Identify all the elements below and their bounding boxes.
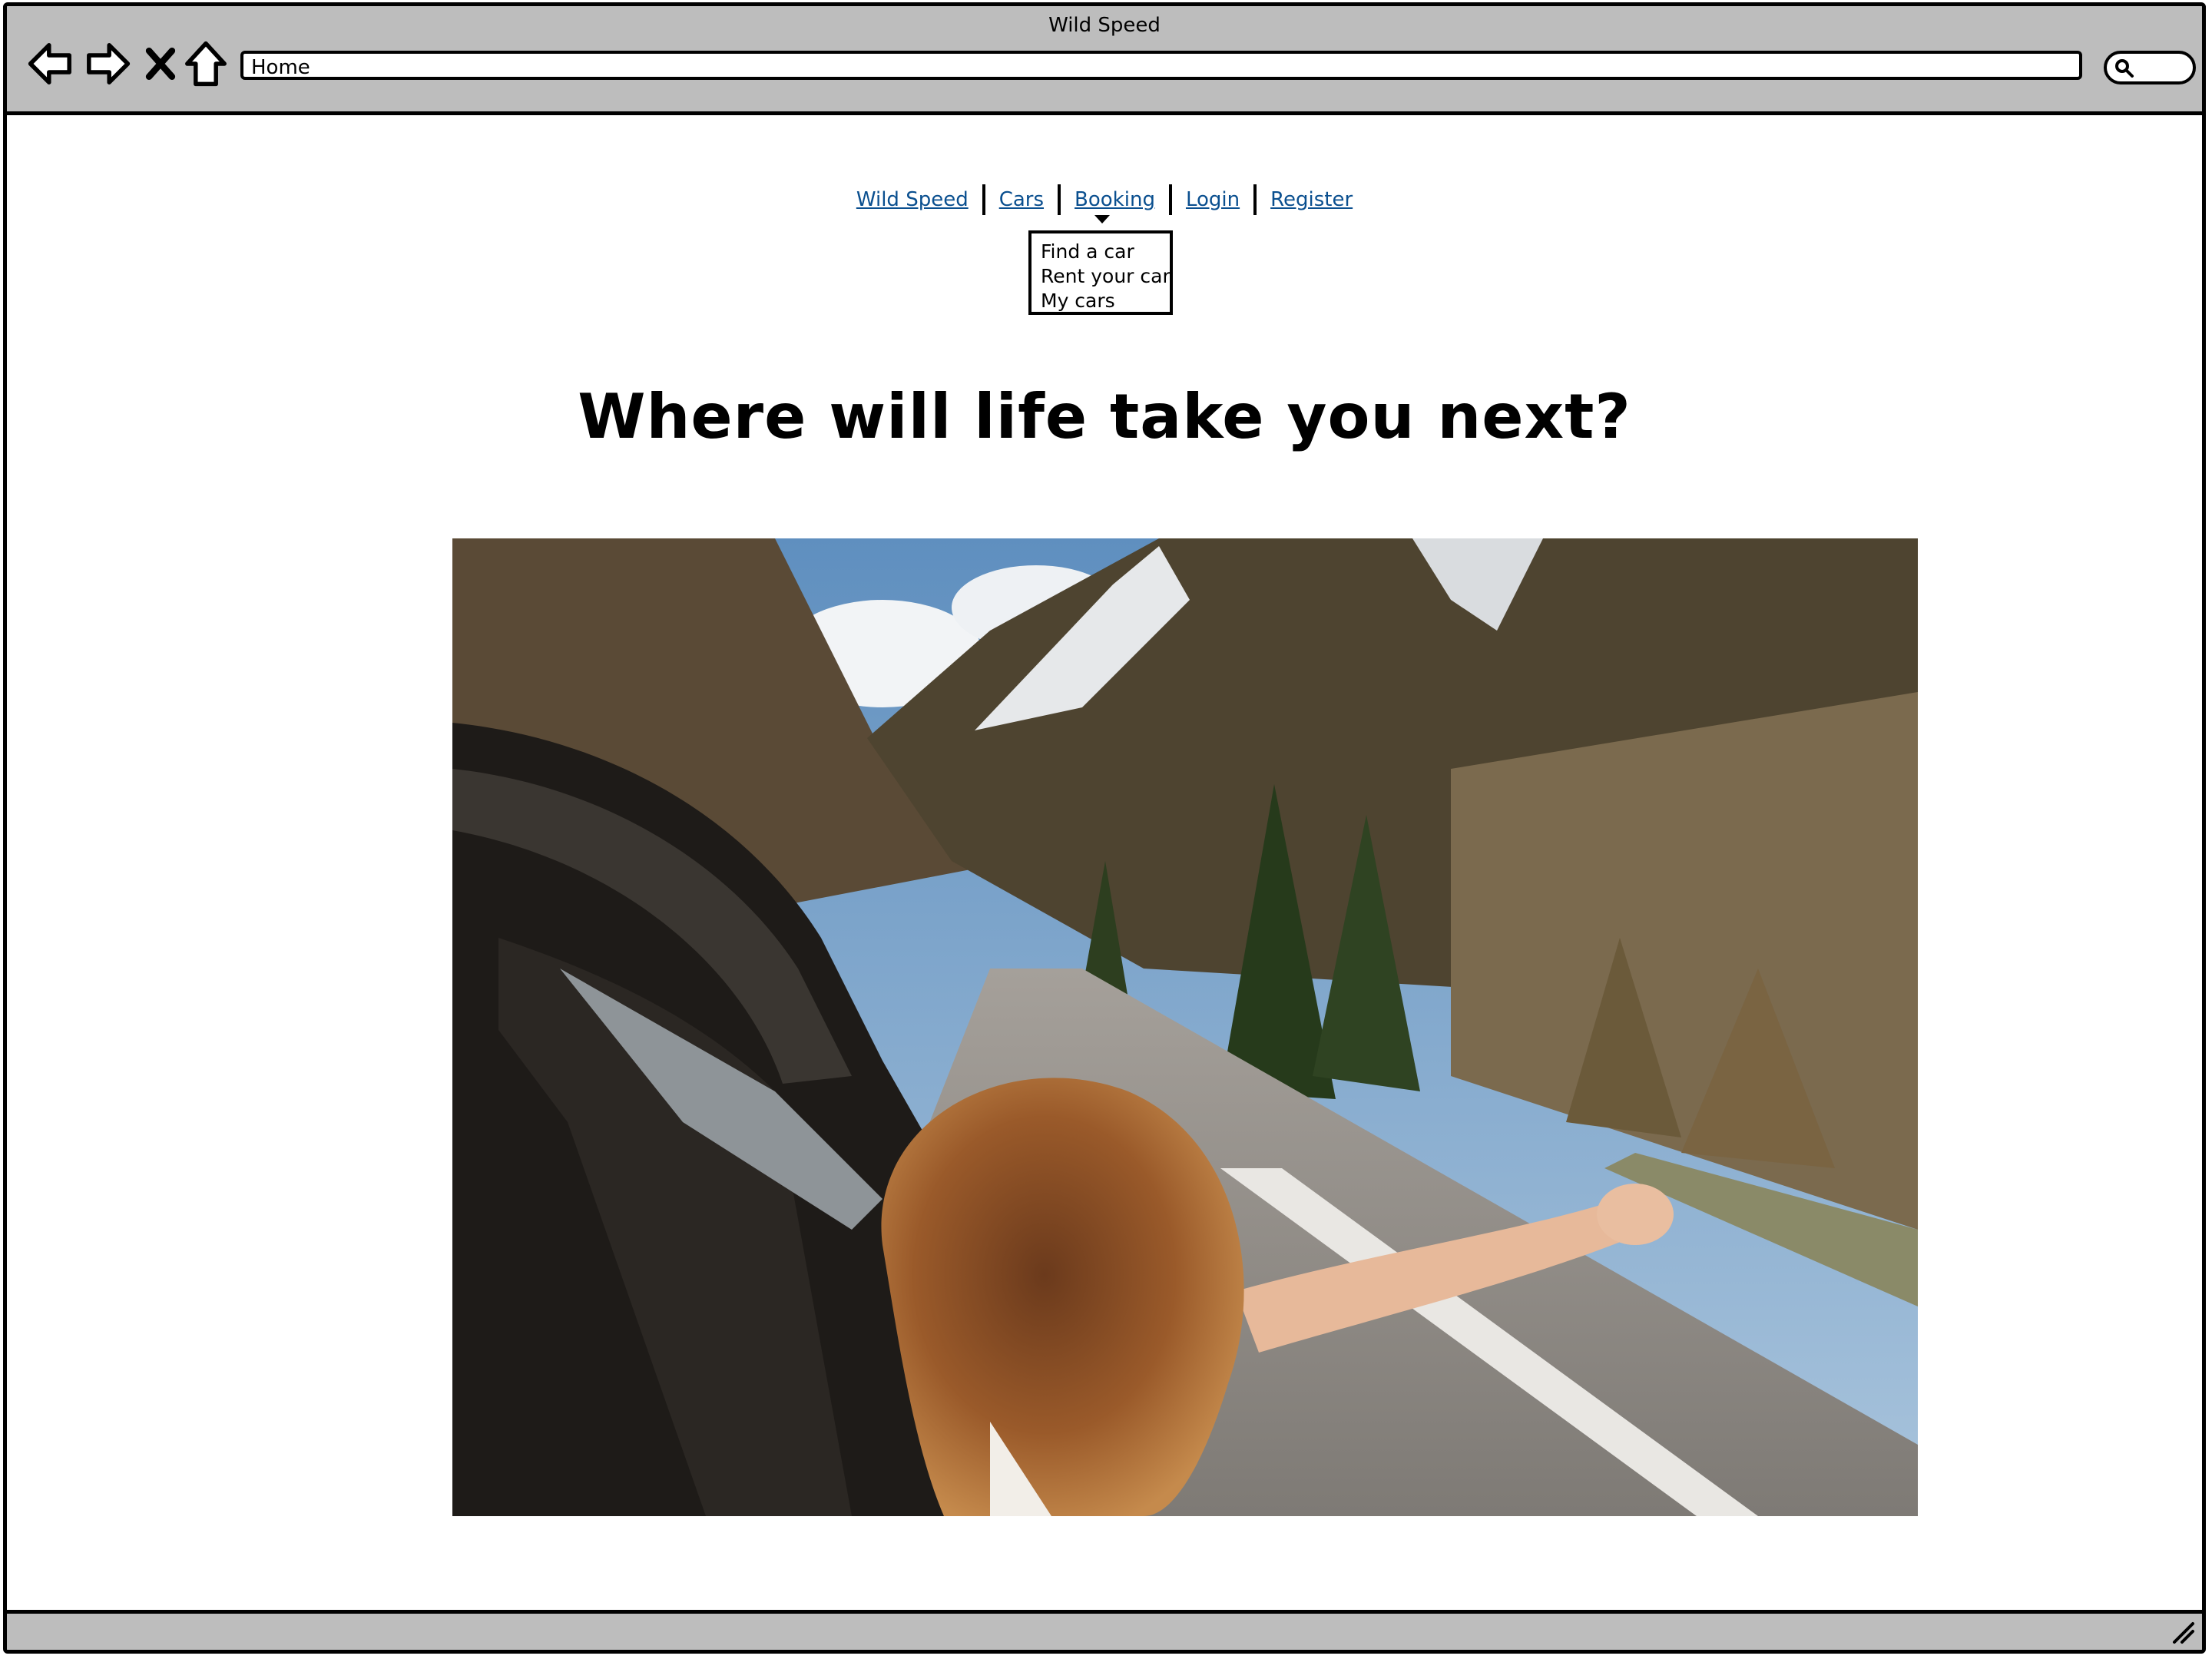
search-field[interactable]: [2104, 51, 2196, 84]
nav-link-wild-speed[interactable]: Wild Speed: [843, 188, 982, 211]
nav-link-cars[interactable]: Cars: [985, 188, 1058, 211]
hero-image: [452, 538, 1918, 1516]
browser-titlebar: Wild Speed Home: [7, 6, 2202, 115]
dropdown-item-my-cars[interactable]: My cars: [1041, 289, 1161, 313]
nav-link-register[interactable]: Register: [1257, 188, 1366, 211]
cars-dropdown-menu: Find a car Rent your car My cars: [1028, 230, 1173, 315]
nav-link-login[interactable]: Login: [1172, 188, 1253, 211]
home-icon[interactable]: [180, 38, 231, 89]
window-title: Wild Speed: [1048, 14, 1161, 37]
back-icon[interactable]: [25, 38, 76, 89]
address-bar[interactable]: Home: [240, 51, 2082, 80]
page-headline: Where will life take you next?: [578, 381, 1631, 452]
dropdown-item-rent-your-car[interactable]: Rent your car: [1041, 264, 1171, 289]
forward-icon[interactable]: [82, 38, 133, 89]
stop-icon[interactable]: [139, 38, 182, 89]
dropdown-caret-icon[interactable]: [1094, 215, 1110, 224]
main-nav: Wild Speed Cars Booking Login Register: [7, 184, 2202, 215]
browser-window: Wild Speed Home Wild Speed Cars Booking: [3, 2, 2206, 1654]
resize-grip-icon[interactable]: [2170, 1619, 2196, 1645]
search-icon: [2115, 59, 2134, 78]
dropdown-item-find-a-car[interactable]: Find a car: [1041, 240, 1161, 264]
browser-statusbar: [7, 1610, 2202, 1650]
nav-link-booking[interactable]: Booking: [1061, 188, 1169, 211]
